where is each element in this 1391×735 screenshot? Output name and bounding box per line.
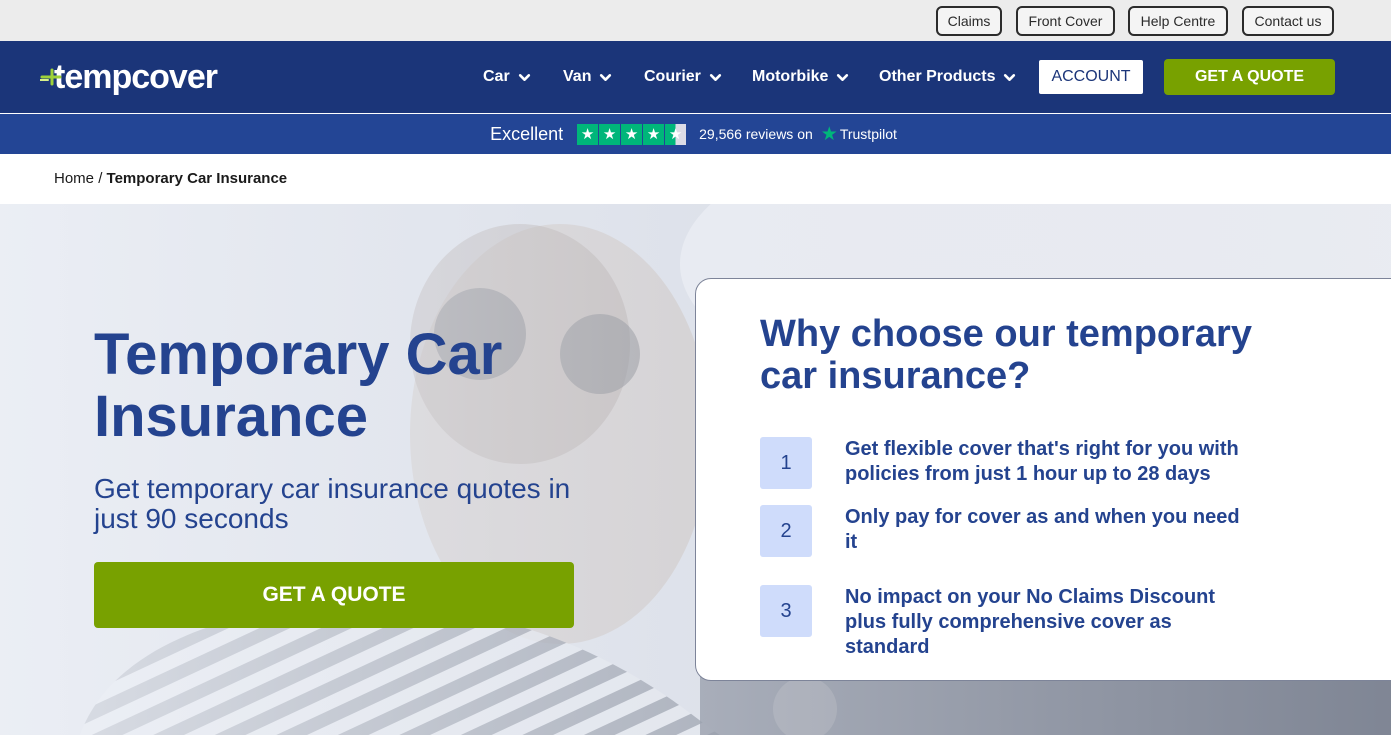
star-icon: ★ (577, 123, 599, 145)
nav-item-van[interactable]: Van (563, 65, 612, 89)
why-choose-title: Why choose our temporary car insurance? (760, 313, 1252, 397)
reason-text: Only pay for cover as and when you need … (845, 506, 1240, 553)
breadcrumb-separator: / (98, 170, 103, 187)
nav-item-label: Other Products (879, 68, 996, 85)
breadcrumb: Home / Temporary Car Insurance (54, 170, 287, 187)
nav-item-motorbike[interactable]: Motorbike (752, 65, 849, 89)
nav-item-label: Motorbike (752, 68, 829, 85)
breadcrumb-home-link[interactable]: Home (54, 170, 94, 187)
trustpilot-review-count: 29,566 reviews on (699, 126, 813, 142)
trustpilot-logo: ★ Trustpilot (821, 123, 897, 146)
trustpilot-rating-text: Excellent (490, 123, 564, 144)
star-icon: ★ (621, 123, 643, 145)
nav-item-label: Courier (644, 68, 701, 85)
trustpilot-widget: Excellent ★ ★ ★ ★ ★ 29,566 reviews on ★ … (490, 123, 897, 146)
reason-number-badge: 2 (760, 505, 812, 557)
star-icon: ★ (599, 123, 621, 145)
contact-us-link[interactable]: Contact us (1242, 6, 1334, 36)
get-a-quote-button[interactable]: GET A QUOTE (1164, 59, 1335, 95)
front-cover-link[interactable]: Front Cover (1016, 6, 1115, 36)
hero-title: Temporary Car Insurance (94, 322, 503, 449)
chevron-down-icon (837, 73, 849, 81)
why-choose-card: Why choose our temporary car insurance? … (695, 278, 1391, 681)
reason-number-badge: 1 (760, 437, 812, 489)
hero-get-a-quote-button[interactable]: GET A QUOTE (94, 562, 574, 628)
logo-text: tempcover (54, 57, 218, 96)
reason-text: No impact on your No Claims Discount plu… (845, 586, 1216, 658)
trustpilot-brand: Trustpilot (839, 126, 897, 142)
tempcover-logo[interactable]: tempcover (40, 55, 218, 99)
utility-bar: Claims Front Cover Help Centre Contact u… (0, 0, 1391, 41)
trustpilot-star-icon: ★ (820, 123, 838, 145)
main-navigation: tempcover Car Van Courier Motorbike Othe… (0, 41, 1391, 113)
chevron-down-icon (518, 73, 530, 81)
help-centre-link[interactable]: Help Centre (1128, 6, 1228, 36)
half-star-icon: ★ (665, 123, 687, 145)
trustpilot-bar[interactable]: Excellent ★ ★ ★ ★ ★ 29,566 reviews on ★ … (0, 114, 1391, 154)
logo-plus-icon (40, 68, 62, 86)
nav-item-courier[interactable]: Courier (644, 65, 722, 89)
chevron-down-icon (1004, 73, 1016, 81)
reason-number-badge: 3 (760, 585, 812, 637)
trustpilot-stars: ★ ★ ★ ★ ★ (577, 123, 687, 145)
nav-item-label: Car (483, 68, 510, 85)
nav-item-label: Van (563, 68, 592, 85)
breadcrumb-current: Temporary Car Insurance (106, 170, 288, 187)
hero-subtitle: Get temporary car insurance quotes in ju… (94, 473, 571, 534)
chevron-down-icon (600, 73, 612, 81)
reason-text: Get flexible cover that's right for you … (845, 438, 1239, 485)
chevron-down-icon (709, 73, 722, 81)
account-button[interactable]: ACCOUNT (1039, 60, 1143, 94)
star-icon: ★ (643, 123, 665, 145)
claims-link[interactable]: Claims (936, 6, 1002, 36)
nav-item-other-products[interactable]: Other Products (879, 65, 1016, 89)
nav-item-car[interactable]: Car (483, 65, 531, 89)
